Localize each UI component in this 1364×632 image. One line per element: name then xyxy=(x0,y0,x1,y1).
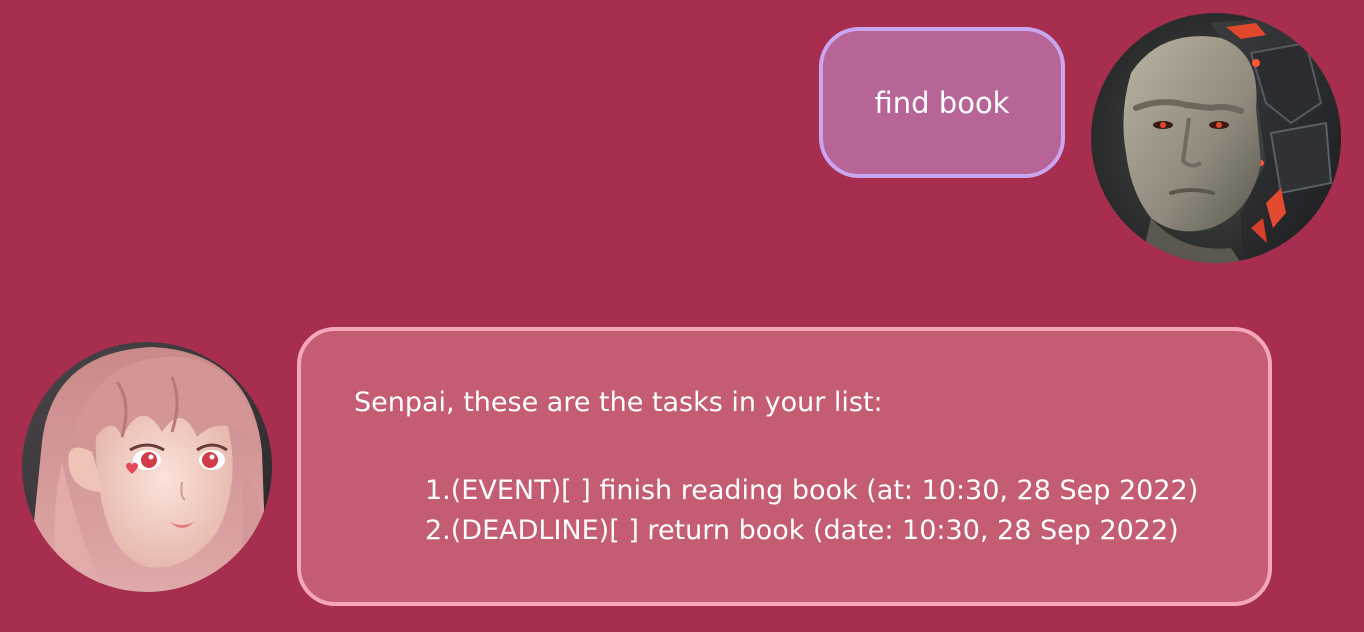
bot-message-intro: Senpai, these are the tasks in your list… xyxy=(354,387,883,418)
task-list: 1.(EVENT)[ ] finish reading book (at: 10… xyxy=(425,471,1198,551)
chat-window: find book Senpai, these are the tasks in… xyxy=(0,0,1364,632)
user-message-bubble: find book xyxy=(819,27,1065,178)
user-avatar xyxy=(1091,13,1341,263)
user-message-text: find book xyxy=(874,85,1010,120)
anime-girl-avatar-icon xyxy=(22,342,272,592)
cyborg-man-avatar-icon xyxy=(1091,13,1341,263)
bot-avatar xyxy=(22,342,272,592)
task-list-item: 1.(EVENT)[ ] finish reading book (at: 10… xyxy=(425,475,1199,506)
bot-message-bubble: Senpai, these are the tasks in your list… xyxy=(297,327,1272,606)
task-list-item: 2.(DEADLINE)[ ] return book (date: 10:30… xyxy=(425,515,1179,546)
